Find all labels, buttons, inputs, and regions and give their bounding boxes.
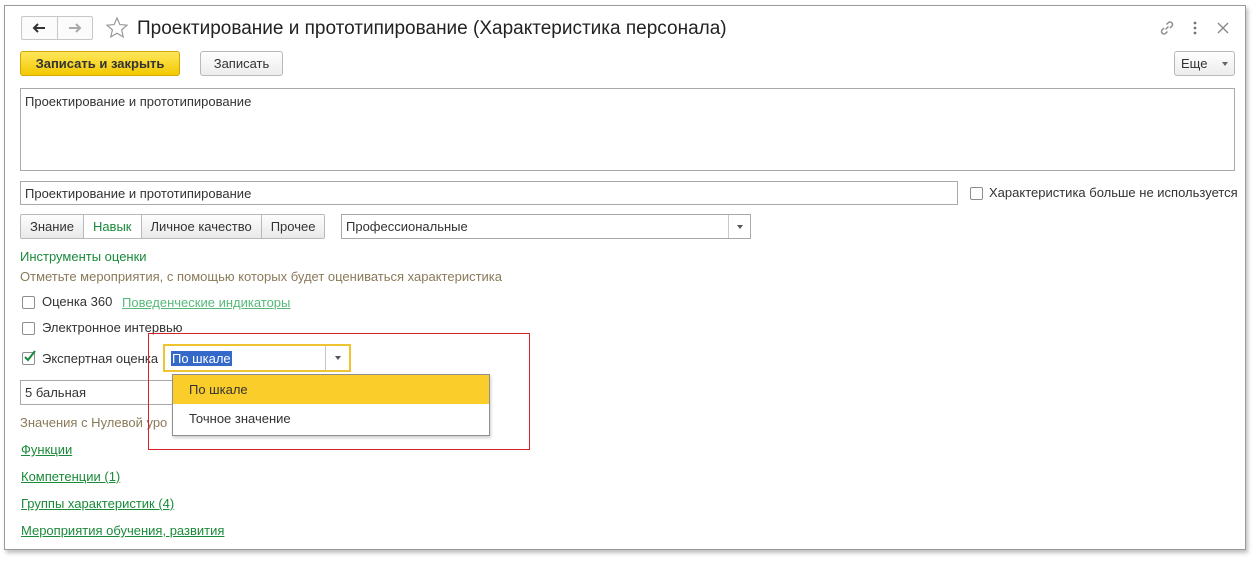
save-button[interactable]: Записать (200, 51, 283, 76)
functions-link[interactable]: Функции (21, 442, 72, 457)
checkmark-icon (24, 350, 36, 362)
nav-buttons (21, 16, 93, 40)
not-used-checkbox[interactable] (970, 187, 983, 200)
window-title: Проектирование и прототипирование (Харак… (137, 18, 727, 39)
expert-checkbox[interactable] (22, 350, 36, 365)
expert-mode-dropdown-list: По шкале Точное значение (172, 374, 490, 436)
tab-knowledge-label: Знание (30, 219, 74, 234)
competencies-link[interactable]: Компетенции (1) (21, 469, 120, 484)
more-vertical-icon[interactable] (1185, 18, 1205, 38)
close-icon[interactable] (1213, 18, 1233, 38)
assessment-hint: Отметьте мероприятия, с помощью которых … (20, 269, 503, 284)
expert-label: Экспертная оценка (42, 351, 159, 366)
zero-level-text: Значения с Нулевой уро (20, 415, 168, 430)
behavior-indicators-link[interactable]: Поведенческие индикаторы (122, 295, 290, 310)
favorite-star-icon[interactable] (105, 16, 129, 40)
arrow-right-icon (68, 23, 82, 33)
characteristic-type-tabs: Знание Навык Личное качество Прочее (20, 214, 326, 239)
not-used-label: Характеристика больше не используется (989, 185, 1238, 200)
eval360-label: Оценка 360 (42, 294, 113, 309)
forward-button[interactable] (56, 17, 93, 39)
training-events-link[interactable]: Мероприятия обучения, развития (21, 523, 224, 538)
link-icon[interactable] (1157, 18, 1177, 38)
tab-personal-quality[interactable]: Личное качество (140, 215, 261, 238)
name-input[interactable]: Проектирование и прототипирование (20, 181, 958, 205)
category-dropdown-button[interactable] (728, 215, 750, 238)
tab-knowledge[interactable]: Знание (21, 215, 83, 238)
tab-skill-label: Навык (92, 219, 132, 234)
assessment-tools-heading: Инструменты оценки (20, 249, 147, 264)
category-value: Профессиональные (346, 219, 468, 234)
interview-checkbox[interactable] (22, 322, 35, 335)
name-value: Проектирование и прототипирование (25, 185, 252, 201)
chevron-down-icon (1222, 61, 1228, 66)
description-textarea[interactable]: Проектирование и прототипирование (20, 88, 1235, 171)
tab-other[interactable]: Прочее (260, 215, 325, 238)
save-and-close-button[interactable]: Записать и закрыть (20, 51, 180, 76)
more-button-label: Еще (1181, 56, 1208, 71)
more-button[interactable]: Еще (1174, 51, 1235, 76)
back-button[interactable] (22, 17, 57, 39)
arrow-left-icon (32, 23, 46, 33)
form-window: Проектирование и прототипирование (Харак… (4, 5, 1246, 550)
chevron-down-icon (736, 224, 743, 229)
category-select[interactable]: Профессиональные (341, 214, 751, 239)
dropdown-option-by-scale[interactable]: По шкале (173, 375, 489, 404)
dropdown-option-exact-value[interactable]: Точное значение (173, 404, 489, 433)
eval360-checkbox[interactable] (22, 296, 35, 309)
tab-other-label: Прочее (270, 219, 316, 234)
description-value: Проектирование и прототипирование (25, 94, 252, 109)
tab-personal-quality-label: Личное качество (150, 219, 252, 234)
char-groups-link[interactable]: Группы характеристик (4) (21, 496, 174, 511)
scale-value: 5 бальная (25, 385, 87, 400)
tab-skill[interactable]: Навык (82, 215, 141, 238)
